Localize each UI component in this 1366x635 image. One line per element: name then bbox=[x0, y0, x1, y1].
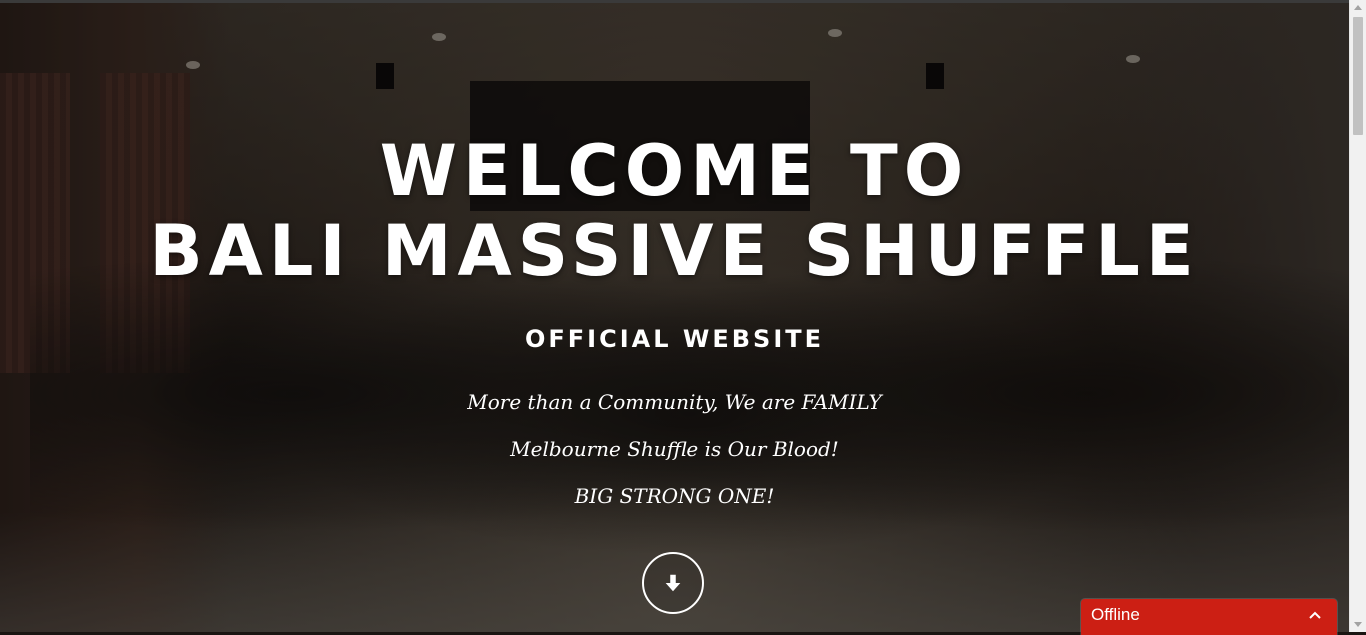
chat-status-label: Offline bbox=[1091, 605, 1140, 624]
hero-tagline-3: BIG STRONG ONE! bbox=[574, 484, 775, 508]
hero-tagline-1: More than a Community, We are FAMILY bbox=[467, 390, 882, 414]
arrow-down-icon bbox=[665, 574, 681, 592]
chevron-up-icon bbox=[1309, 611, 1321, 619]
chat-widget-bar[interactable]: Offline bbox=[1081, 599, 1337, 635]
hero-title-line1: WELCOME TO bbox=[379, 130, 970, 212]
hero-content: WELCOME TO BALI MASSIVE SHUFFLE OFFICIAL… bbox=[0, 3, 1349, 632]
scroll-down-button[interactable] bbox=[642, 552, 704, 614]
scrollbar-thumb[interactable] bbox=[1353, 17, 1363, 135]
scroll-down-arrow-icon[interactable] bbox=[1354, 622, 1362, 627]
page-scrollbar[interactable] bbox=[1349, 0, 1366, 632]
chat-toggle-button[interactable] bbox=[1309, 610, 1321, 620]
hero-title: WELCOME TO BALI MASSIVE SHUFFLE bbox=[0, 131, 1349, 291]
hero-subtitle: OFFICIAL WEBSITE bbox=[524, 325, 825, 353]
scroll-up-arrow-icon[interactable] bbox=[1354, 5, 1362, 10]
hero-title-line2: BALI MASSIVE SHUFFLE bbox=[149, 210, 1200, 292]
page-viewport: WELCOME TO BALI MASSIVE SHUFFLE OFFICIAL… bbox=[0, 0, 1349, 632]
hero-tagline-2: Melbourne Shuffle is Our Blood! bbox=[510, 437, 839, 461]
